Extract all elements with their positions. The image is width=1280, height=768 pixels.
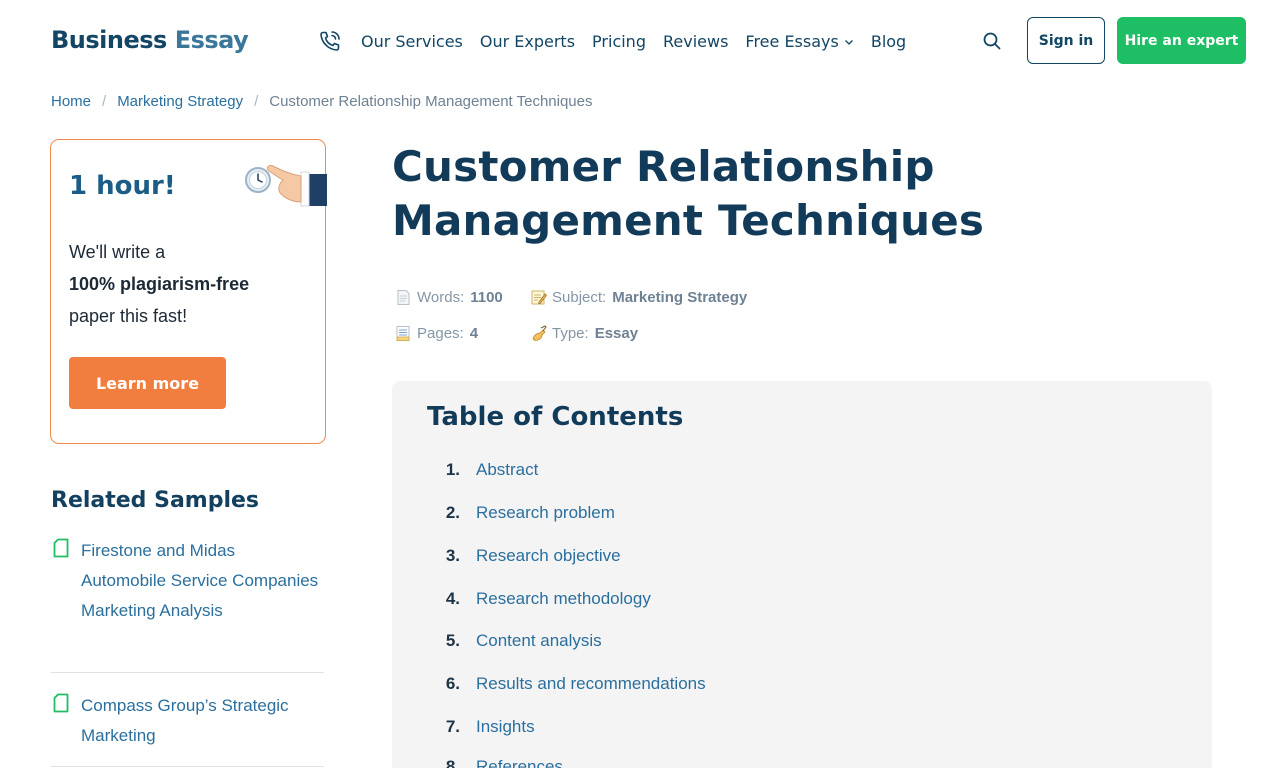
related-item[interactable]: Firestone and Midas Automobile Service C…	[51, 536, 324, 656]
toc-item-number: 7.	[445, 717, 460, 736]
promo-title: 1 hour!	[69, 171, 176, 201]
meta-words-value: 1100	[470, 289, 503, 306]
toc-item-number: 8.	[445, 757, 460, 768]
meta-subject-label: Subject:	[552, 289, 607, 306]
promo-card: 1 hour! We'll write a 100% plagiarism-fr…	[50, 139, 327, 444]
nav-pricing[interactable]: Pricing	[592, 32, 646, 51]
breadcrumb-current: Customer Relationship Management Techniq…	[269, 93, 593, 110]
phone-icon[interactable]	[318, 29, 342, 53]
breadcrumb: Home / Marketing Strategy / Customer Rel…	[51, 93, 593, 110]
toc-item-number: 4.	[445, 589, 460, 608]
toc-item-label: Research objective	[476, 546, 621, 565]
toc-item-label: Results and recommendations	[476, 674, 706, 693]
promo-text: We'll write a 100% plagiarism-free paper…	[69, 236, 309, 332]
breadcrumb-home[interactable]: Home	[51, 93, 91, 110]
related-item[interactable]: Compass Group’s Strategic Marketing	[51, 691, 324, 751]
hire-expert-button[interactable]: Hire an expert	[1117, 17, 1246, 64]
nav-blog[interactable]: Blog	[871, 32, 906, 51]
nav-our-services[interactable]: Our Services	[361, 32, 463, 51]
toc-item-label: Insights	[476, 717, 535, 736]
promo-highlight: 100% plagiarism-free	[69, 274, 250, 294]
table-of-contents: Table of Contents 1. Abstract 2. Researc…	[392, 381, 1212, 768]
site-header: Business Essay Our Services Our Experts …	[0, 0, 1280, 82]
promo-line-1: We'll write a	[69, 242, 166, 262]
toc-item[interactable]: 6. Results and recommendations	[434, 674, 706, 694]
toc-item-number: 1.	[445, 460, 460, 479]
toc-item-label: Content analysis	[476, 631, 602, 650]
meta-words: Words: 1100	[395, 289, 503, 306]
toc-item[interactable]: 1. Abstract	[434, 460, 539, 480]
meta-type-value: Essay	[594, 325, 639, 342]
memo-icon	[531, 290, 547, 305]
document-icon	[53, 538, 69, 558]
meta-subject-value: Marketing Strategy	[612, 289, 748, 306]
toc-title: Table of Contents	[427, 402, 684, 432]
page-icon	[397, 290, 410, 305]
learn-more-button[interactable]: Learn more	[69, 357, 226, 409]
meta-pages-value: 4	[469, 325, 479, 342]
related-item-label: Firestone and Midas Automobile Service C…	[81, 541, 319, 620]
document-icon	[53, 693, 69, 713]
meta-pages-label: Pages:	[417, 325, 464, 342]
nav-our-experts[interactable]: Our Experts	[480, 32, 575, 51]
toc-item[interactable]: 2. Research problem	[434, 503, 615, 523]
writing-hand-icon	[532, 325, 547, 341]
meta-subject: Subject: Marketing Strategy	[530, 289, 747, 306]
breadcrumb-marketing-strategy[interactable]: Marketing Strategy	[117, 93, 243, 110]
meta-type-label: Type:	[552, 325, 589, 342]
main-nav: Our Services Our Experts Pricing Reviews…	[361, 32, 923, 51]
toc-item-label: Research methodology	[476, 589, 651, 608]
toc-item[interactable]: 4. Research methodology	[434, 589, 651, 609]
related-divider	[51, 766, 324, 767]
page-title: Customer Relationship Management Techniq…	[392, 142, 985, 245]
nav-free-essays-label: Free Essays	[745, 32, 839, 51]
promo-line-3: paper this fast!	[69, 306, 188, 326]
chevron-down-icon	[844, 39, 853, 45]
toc-item-number: 5.	[445, 631, 460, 650]
pages-icon	[396, 326, 410, 341]
hand-clock-icon	[245, 165, 327, 207]
toc-item-label: References	[476, 757, 563, 768]
toc-item-number: 6.	[445, 674, 460, 693]
nav-reviews[interactable]: Reviews	[663, 32, 728, 51]
meta-words-label: Words:	[417, 289, 465, 306]
related-samples-title: Related Samples	[51, 488, 260, 513]
sign-in-button[interactable]: Sign in	[1027, 17, 1105, 64]
breadcrumb-separator: /	[102, 93, 107, 110]
toc-item-label: Research problem	[476, 503, 615, 522]
site-logo[interactable]: Business Essay	[51, 26, 249, 54]
toc-item-label: Abstract	[476, 460, 539, 479]
search-icon[interactable]	[982, 31, 1002, 51]
logo-part-essay: Essay	[174, 26, 249, 54]
toc-item-number: 3.	[445, 546, 460, 565]
logo-part-business: Business	[51, 26, 167, 54]
breadcrumb-separator: /	[254, 93, 259, 110]
meta-pages: Pages: 4	[395, 325, 478, 342]
nav-free-essays[interactable]: Free Essays	[745, 32, 853, 51]
toc-item-number: 2.	[445, 503, 460, 522]
promo-line-2: 100% plagiarism-free	[69, 268, 309, 300]
meta-type: Type: Essay	[530, 325, 638, 342]
related-divider	[51, 672, 324, 673]
toc-item[interactable]: 8. References	[434, 757, 563, 768]
toc-item[interactable]: 5. Content analysis	[434, 631, 602, 651]
toc-item[interactable]: 3. Research objective	[434, 546, 621, 566]
toc-item[interactable]: 7. Insights	[434, 717, 535, 737]
related-item-label: Compass Group’s Strategic Marketing	[81, 696, 289, 745]
